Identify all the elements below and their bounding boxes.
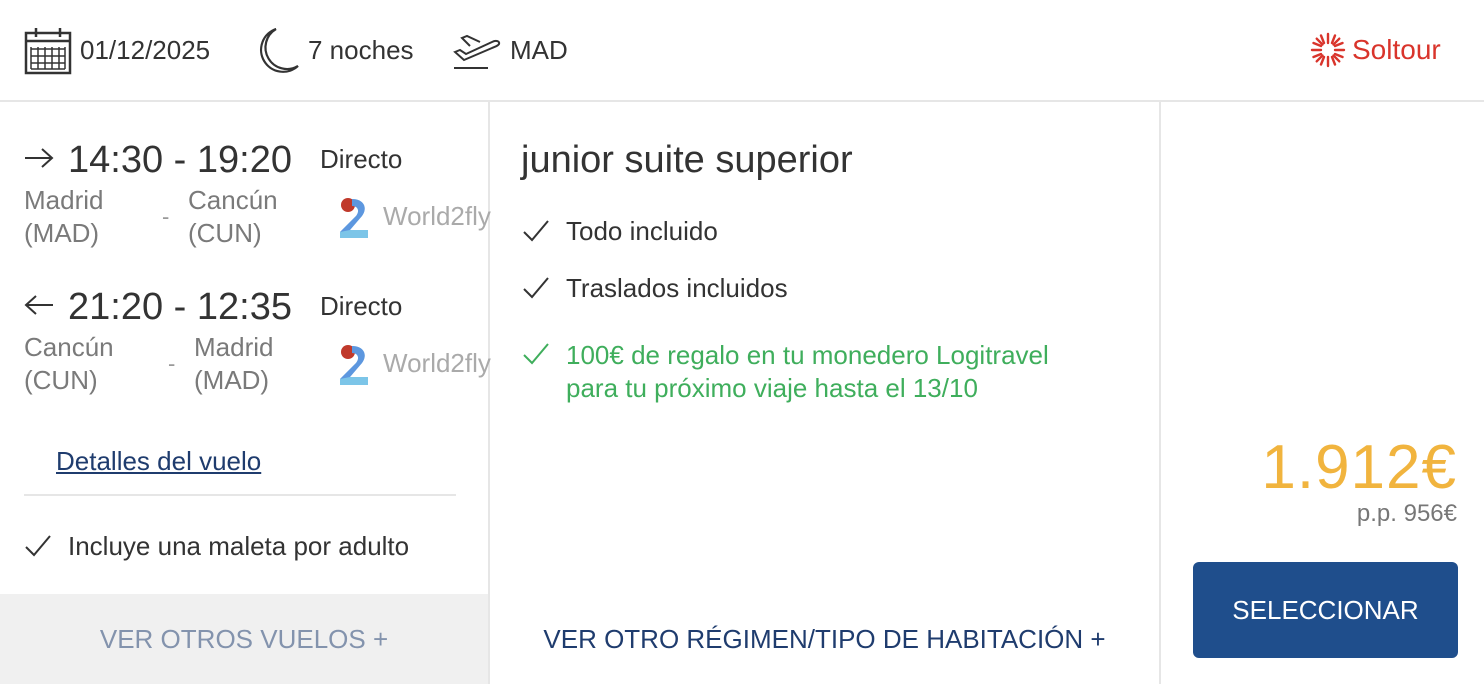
check-icon <box>522 342 550 371</box>
inbound-airline: World2fly <box>383 348 491 378</box>
route-separator: - <box>162 204 170 229</box>
outbound-type: Directo <box>320 144 403 174</box>
other-regime-label: VER OTRO RÉGIMEN/TIPO DE HABITACIÓN + <box>543 623 1106 654</box>
airport-code: (MAD) <box>24 218 100 248</box>
select-button[interactable]: SELECCIONAR <box>1193 562 1458 658</box>
promo-line: para tu próximo viaje hasta el 13/10 <box>566 373 978 403</box>
outbound-times: 14:30 - 19:20 <box>68 139 292 181</box>
column-divider <box>1159 102 1161 684</box>
outbound-origin: Madrid (MAD) <box>24 184 103 250</box>
inbound-times: 21:20 - 12:35 <box>68 286 292 328</box>
calendar-icon <box>24 27 72 80</box>
moon-icon <box>252 26 300 81</box>
luggage-info: Incluye una maleta por adulto <box>68 531 410 561</box>
total-price: 1.912€ <box>1261 433 1457 502</box>
brand-logo: Soltour <box>1352 34 1441 65</box>
inbound-type: Directo <box>320 291 403 321</box>
check-icon <box>24 534 52 563</box>
city-name: Madrid <box>24 185 104 215</box>
plane-departure-icon <box>452 30 502 77</box>
search-summary-header: 01/12/2025 7 noches MAD Soltour <box>0 0 1484 102</box>
origin-airport: MAD <box>510 35 568 65</box>
promo-line: 100€ de regalo en tu monedero Logitravel <box>566 340 1049 370</box>
route-separator: - <box>168 351 176 376</box>
feature-transfers: Traslados incluidos <box>566 273 788 303</box>
promo-text: 100€ de regalo en tu monedero Logitravel… <box>566 339 1049 405</box>
airport-code: (CUN) <box>24 365 98 395</box>
city-name: Cancún <box>24 332 114 362</box>
divider <box>24 494 456 496</box>
airport-code: (CUN) <box>188 218 262 248</box>
check-icon <box>522 219 550 248</box>
arrow-left-icon <box>24 293 54 322</box>
inbound-destination: Madrid (MAD) <box>194 331 273 397</box>
outbound-destination: Cancún (CUN) <box>188 184 278 250</box>
outbound-airline: World2fly <box>383 201 491 231</box>
other-flights-label: VER OTROS VUELOS + <box>99 623 389 654</box>
city-name: Madrid <box>194 332 274 362</box>
other-flights-button[interactable]: VER OTROS VUELOS + <box>0 594 488 684</box>
city-name: Cancún <box>188 185 278 215</box>
feature-all-inclusive: Todo incluido <box>566 216 718 246</box>
soltour-sun-icon <box>1310 32 1346 73</box>
price-per-person: p.p. 956€ <box>1356 500 1457 527</box>
room-title: junior suite superior <box>521 139 853 181</box>
inbound-origin: Cancún (CUN) <box>24 331 114 397</box>
check-icon <box>522 276 550 305</box>
travel-date: 01/12/2025 <box>80 35 211 65</box>
airline-logo-icon <box>338 343 370 390</box>
flight-details-link[interactable]: Detalles del vuelo <box>56 446 261 477</box>
airport-code: (MAD) <box>194 365 270 395</box>
arrow-right-icon <box>24 146 54 175</box>
nights-count: 7 noches <box>308 35 414 65</box>
other-regime-button[interactable]: VER OTRO RÉGIMEN/TIPO DE HABITACIÓN + <box>490 594 1159 684</box>
airline-logo-icon <box>338 196 370 243</box>
select-button-label: SELECCIONAR <box>1232 594 1419 625</box>
